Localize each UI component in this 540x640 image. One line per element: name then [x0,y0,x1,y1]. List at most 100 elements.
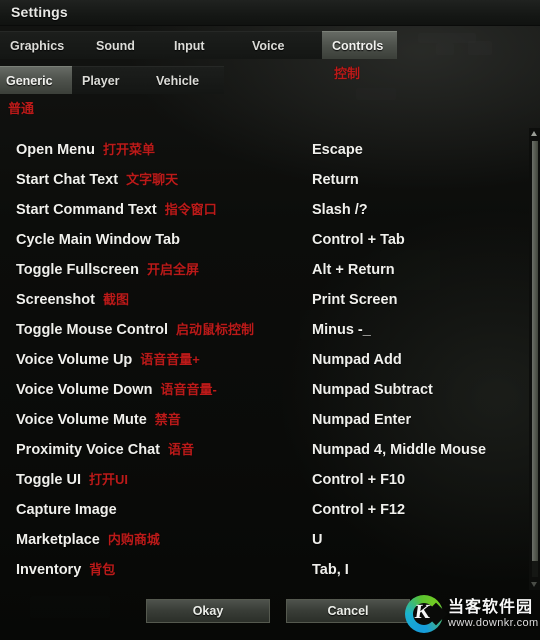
scroll-up-button[interactable] [529,128,540,140]
subtab-player[interactable]: Player [72,66,146,94]
tab-label: Sound [96,39,135,53]
keybind-cell[interactable]: Control + F10 [312,465,522,495]
keybind-cell[interactable]: U [312,525,522,555]
keybind-cell[interactable]: Tab, I [312,555,522,585]
keybinding-row[interactable]: Toggle Mouse Control 启动鼠标控制 Minus -_ [0,315,529,345]
keybind-label: Numpad Subtract [312,382,433,398]
tab-shoulder [223,67,224,94]
action-cell: Voice Volume Down 语音音量- [16,375,300,405]
downkr-logo-icon: K [404,594,448,634]
tab-shoulder [85,32,86,59]
tab-shoulder [163,32,164,59]
action-annotation: 禁音 [154,412,181,427]
settings-window: Settings Graphics Sound Input Voice Controls… [0,0,540,640]
subtab-vehicle[interactable]: Vehicle [146,66,224,94]
keybinding-row[interactable]: Capture Image Control + F12 [0,495,529,525]
keybind-cell[interactable]: Numpad 4, Middle Mouse [312,435,522,465]
keybind-label: Numpad 4, Middle Mouse [312,442,487,458]
scroll-down-button[interactable] [529,578,540,590]
keybinding-row[interactable]: Inventory 背包 Tab, I [0,555,529,585]
action-cell: Inventory 背包 [16,555,300,585]
action-label: Cycle Main Window Tab [16,232,180,248]
action-annotation: 打开UI [88,472,128,487]
keybind-label: Print Screen [312,292,398,308]
keybind-cell[interactable]: Print Screen [312,285,522,315]
keybind-label: Numpad Add [312,352,402,368]
keybinding-row[interactable]: Marketplace 内购商城 U [0,525,529,555]
tab-graphics[interactable]: Graphics [0,31,86,59]
action-annotation: 文字聊天 [126,172,179,187]
keybinding-row[interactable]: Proximity Voice Chat 语音 Numpad 4, Middle M… [0,435,529,465]
tab-annotation-generic: 普通 [8,101,35,116]
list-scrollbar[interactable] [529,128,540,590]
keybinding-row[interactable]: Screenshot 截图 Print Screen [0,285,529,315]
keybind-cell[interactable]: Numpad Add [312,345,522,375]
window-titlebar: Settings [0,0,540,26]
tab-voice[interactable]: Voice [242,31,322,59]
action-label: Voice Volume Mute [16,412,147,428]
keybinding-row[interactable]: Start Command Text 指令窗口 Slash /? [0,195,529,225]
action-label: Toggle Mouse Control [16,322,168,338]
background-texture [468,41,492,55]
keybind-cell[interactable]: Numpad Enter [312,405,522,435]
tab-input[interactable]: Input [164,31,242,59]
action-cell: Voice Volume Up 语音音量+ [16,345,300,375]
action-label: Start Chat Text [16,172,119,188]
keybind-label: Escape [312,142,363,158]
keybind-label: Control + Tab [312,232,405,248]
keybinding-row[interactable]: Voice Volume Down 语音音量- Numpad Subtract [0,375,529,405]
tab-sound[interactable]: Sound [86,31,164,59]
chevron-down-icon [531,582,537,587]
action-cell: Toggle Mouse Control 启动鼠标控制 [16,315,300,345]
action-label: Start Command Text [16,202,157,218]
tab-label: Controls [332,39,384,53]
keybind-cell[interactable]: Escape [312,135,522,165]
background-texture [356,88,396,100]
tab-label: Generic [6,74,53,88]
action-annotation: 内购商城 [107,532,160,547]
site-watermark: K 当客软件园 www.downkr.com [404,592,538,636]
action-cell: Open Menu 打开菜单 [16,135,300,165]
subtab-generic[interactable]: Generic [0,66,72,94]
keybind-cell[interactable]: Alt + Return [312,255,522,285]
keybind-cell[interactable]: Control + F12 [312,495,522,525]
keybindings-list: Open Menu 打开菜单 Escape Start Chat Text 文字聊天 Re… [0,120,529,590]
scrollbar-thumb[interactable] [532,141,538,561]
action-label: Voice Volume Up [16,352,133,368]
cancel-button[interactable]: Cancel [286,599,410,623]
keybinding-row[interactable]: Open Menu 打开菜单 Escape [0,135,529,165]
keybinding-row[interactable]: Toggle Fullscreen 开启全屏 Alt + Return [0,255,529,285]
tab-shoulder [321,32,322,59]
okay-button[interactable]: Okay [146,599,270,623]
keybinding-row[interactable]: Voice Volume Up 语音音量+ Numpad Add [0,345,529,375]
tab-controls[interactable]: Controls [322,31,397,59]
action-cell: Proximity Voice Chat 语音 [16,435,300,465]
keybinding-row[interactable]: Start Chat Text 文字聊天 Return [0,165,529,195]
keybinding-row[interactable]: Voice Volume Mute 禁音 Numpad Enter [0,405,529,435]
tab-label: Voice [252,39,285,53]
action-cell: Start Chat Text 文字聊天 [16,165,300,195]
keybind-cell[interactable]: Slash /? [312,195,522,225]
action-label: Toggle Fullscreen [16,262,140,278]
tab-label: Graphics [10,39,65,53]
action-cell: Toggle UI 打开UI [16,465,300,495]
action-cell: Capture Image [16,495,300,525]
keybinding-row[interactable]: Cycle Main Window Tab Control + Tab [0,225,529,255]
keybind-cell[interactable]: Return [312,165,522,195]
background-texture [436,43,454,55]
chevron-up-icon [531,131,537,136]
action-label: Toggle UI [16,472,81,488]
keybind-cell[interactable]: Control + Tab [312,225,522,255]
keybind-label: Return [312,172,359,188]
action-label: Marketplace [16,532,100,548]
tab-shoulder [396,32,397,59]
action-cell: Start Command Text 指令窗口 [16,195,300,225]
keybind-label: Control + F10 [312,472,406,488]
action-annotation: 语音音量+ [140,352,200,367]
keybind-label: Control + F12 [312,502,406,518]
action-label: Inventory [16,562,82,578]
keybind-cell[interactable]: Minus -_ [312,315,522,345]
keybinding-row[interactable]: Toggle UI 打开UI Control + F10 [0,465,529,495]
keybind-cell[interactable]: Numpad Subtract [312,375,522,405]
action-annotation: 语音 [167,442,194,457]
